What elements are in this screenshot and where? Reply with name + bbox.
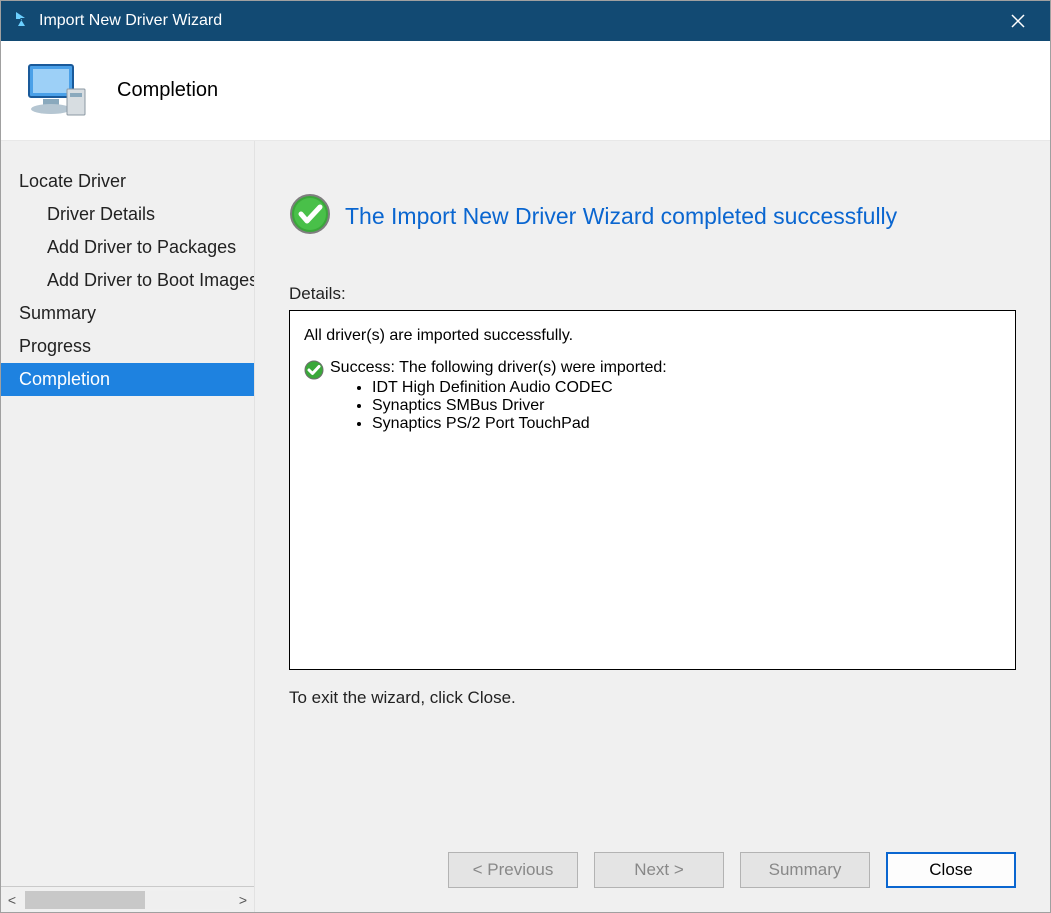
nav-add-driver-to-packages[interactable]: Add Driver to Packages [1, 231, 254, 264]
monitor-icon [19, 51, 99, 131]
wizard-main-panel: The Import New Driver Wizard completed s… [254, 141, 1050, 912]
summary-button: Summary [740, 852, 870, 888]
success-check-small-icon [304, 360, 324, 385]
window-close-button[interactable] [998, 1, 1038, 41]
details-success-row: Success: The following driver(s) were im… [304, 359, 1001, 433]
driver-item: Synaptics SMBus Driver [372, 397, 667, 415]
scroll-right-arrow-icon[interactable]: > [232, 889, 254, 911]
close-button[interactable]: Close [886, 852, 1016, 888]
nav-locate-driver[interactable]: Locate Driver [1, 165, 254, 198]
wizard-window: Import New Driver Wizard Completion Loca… [0, 0, 1051, 913]
nav-completion[interactable]: Completion [1, 363, 254, 396]
exit-instruction-text: To exit the wizard, click Close. [289, 688, 1016, 708]
scroll-left-arrow-icon[interactable]: < [1, 889, 23, 911]
page-title: Completion [117, 79, 218, 102]
details-success-line: Success: The following driver(s) were im… [330, 359, 667, 377]
sidebar-horizontal-scrollbar[interactable]: < > [1, 886, 254, 912]
window-title: Import New Driver Wizard [39, 12, 998, 30]
app-arrow-icon [13, 10, 31, 33]
nav-progress[interactable]: Progress [1, 330, 254, 363]
close-icon [1010, 13, 1026, 29]
previous-button: < Previous [448, 852, 578, 888]
success-heading: The Import New Driver Wizard completed s… [345, 203, 897, 230]
details-label: Details: [289, 284, 1016, 304]
scroll-thumb[interactable] [25, 891, 145, 909]
driver-item: IDT High Definition Audio CODEC [372, 379, 667, 397]
nav-add-driver-to-boot-images[interactable]: Add Driver to Boot Images [1, 264, 254, 297]
next-button: Next > [594, 852, 724, 888]
imported-drivers-list: IDT High Definition Audio CODEC Synaptic… [330, 379, 667, 433]
wizard-header: Completion [1, 41, 1050, 141]
driver-item: Synaptics PS/2 Port TouchPad [372, 415, 667, 433]
wizard-nav: Locate Driver Driver Details Add Driver … [1, 141, 254, 886]
success-row: The Import New Driver Wizard completed s… [289, 193, 1016, 240]
details-box: All driver(s) are imported successfully.… [289, 310, 1016, 670]
details-intro-text: All driver(s) are imported successfully. [304, 327, 1001, 345]
success-check-icon [289, 193, 331, 240]
title-bar: Import New Driver Wizard [1, 1, 1050, 41]
nav-summary[interactable]: Summary [1, 297, 254, 330]
wizard-sidebar: Locate Driver Driver Details Add Driver … [1, 141, 254, 912]
wizard-body: Locate Driver Driver Details Add Driver … [1, 141, 1050, 912]
wizard-button-row: < Previous Next > Summary Close [289, 842, 1016, 894]
scroll-track[interactable] [25, 891, 230, 909]
nav-driver-details[interactable]: Driver Details [1, 198, 254, 231]
details-success-block: Success: The following driver(s) were im… [330, 359, 667, 433]
